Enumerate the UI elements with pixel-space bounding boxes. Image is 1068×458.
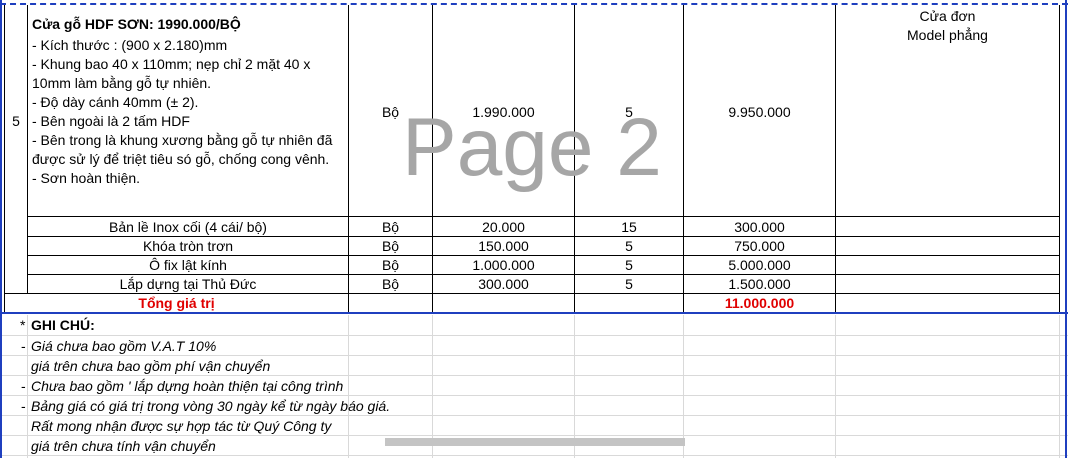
notes-star: * xyxy=(20,317,26,333)
gridline xyxy=(683,315,684,458)
gridline xyxy=(348,315,349,458)
product-title: Cửa gỗ HDF SƠN: 1990.000/BỘ xyxy=(32,16,241,32)
item-name: Lắp dựng tại Thủ Đức xyxy=(119,276,257,292)
note-line: Chưa bao gồm ' lắp dựng hoàn thiện tại c… xyxy=(31,378,344,394)
product-detail: - Bên trong là khung xương bằng gỗ tự nh… xyxy=(32,132,333,148)
note-line: Rất mong nhận được sự hợp tác từ Quý Côn… xyxy=(31,418,332,434)
item-price: 1.000.000 xyxy=(472,257,535,273)
product-detail: 10mm làm bằng gỗ tự nhiên. xyxy=(32,75,212,91)
product-detail: - Sơn hoàn thiện. xyxy=(32,170,141,186)
page-watermark-partial xyxy=(385,438,725,458)
item-name: Bản lề Inox cối (4 cái/ bộ) xyxy=(109,219,267,235)
product-qty: 5 xyxy=(625,104,633,120)
spreadsheet-page: Page 2 5 Cửa gỗ HDF SƠN: 1990.000/BỘ - K… xyxy=(0,0,1068,458)
product-note: Cửa đơn xyxy=(919,8,976,24)
item-price: 20.000 xyxy=(482,219,525,235)
item-unit: Bộ xyxy=(381,276,400,292)
item-name: Ô fix lật kính xyxy=(149,257,227,273)
item-qty: 5 xyxy=(625,238,633,254)
product-detail: - Khung bao 40 x 110mm; nẹp chỉ 2 mặt 40… xyxy=(32,56,311,72)
item-amount: 300.000 xyxy=(734,219,785,235)
row-number: 5 xyxy=(12,113,20,129)
product-detail: - Bên ngoài là 2 tấm HDF xyxy=(32,113,190,129)
note-line: Giá chưa bao gồm V.A.T 10% xyxy=(31,338,217,354)
gridline xyxy=(1059,315,1060,458)
product-price: 1.990.000 xyxy=(472,104,535,120)
note-bullet: - xyxy=(21,338,26,354)
item-qty: 5 xyxy=(625,276,633,292)
item-amount: 1.500.000 xyxy=(728,276,791,292)
page-break-line-left xyxy=(0,0,2,458)
total-label: Tổng giá trị xyxy=(138,295,215,311)
table-border xyxy=(835,5,836,312)
table-border xyxy=(27,216,1060,217)
table-border xyxy=(1059,5,1060,312)
item-unit: Bộ xyxy=(381,219,400,235)
item-qty: 5 xyxy=(625,257,633,273)
item-unit: Bộ xyxy=(381,238,400,254)
item-price: 300.000 xyxy=(478,276,529,292)
gridline xyxy=(27,315,28,458)
note-bullet: - xyxy=(21,398,26,414)
page-break-line-right xyxy=(1065,0,1067,458)
notes-heading: GHI CHÚ: xyxy=(31,317,95,333)
note-bullet: - xyxy=(21,378,26,394)
table-border xyxy=(4,5,5,312)
product-detail: được sử lý để triệt tiêu só gỗ, chống co… xyxy=(32,151,330,167)
product-detail: - Kích thước : (900 x 2.180)mm xyxy=(32,37,228,53)
note-line: giá trên chưa tính vận chuyển xyxy=(31,438,216,454)
item-unit: Bộ xyxy=(381,257,400,273)
note-line: Bảng giá có giá trị trong vòng 30 ngày k… xyxy=(31,398,391,414)
item-amount: 750.000 xyxy=(734,238,785,254)
page-break-line-top xyxy=(0,3,1068,5)
gridline xyxy=(835,315,836,458)
product-note: Model phẳng xyxy=(907,27,988,43)
item-price: 150.000 xyxy=(478,238,529,254)
item-qty: 15 xyxy=(621,219,637,235)
note-line: giá trên chưa bao gồm phí vận chuyển xyxy=(31,358,271,374)
gridline xyxy=(0,335,1068,336)
gridline xyxy=(574,315,575,458)
product-unit: Bộ xyxy=(381,104,400,120)
item-amount: 5.000.000 xyxy=(728,257,791,273)
product-detail: - Độ dày cánh 40mm (± 2). xyxy=(32,94,199,110)
item-name: Khóa tròn trơn xyxy=(142,238,234,254)
total-amount: 11.000.000 xyxy=(724,295,795,311)
gridline xyxy=(432,315,433,458)
product-amount: 9.950.000 xyxy=(728,104,791,120)
